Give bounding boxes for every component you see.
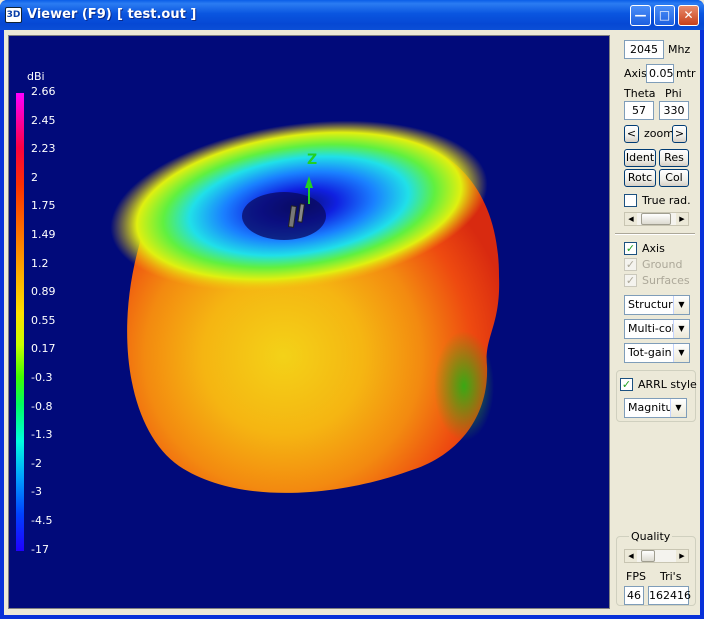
chevron-down-icon[interactable]: ▼ — [670, 399, 686, 417]
quality-slider-thumb[interactable] — [641, 550, 655, 562]
frequency-unit: Mhz — [668, 43, 691, 56]
ground-check-label: Ground — [642, 258, 683, 271]
ident-button[interactable]: Ident — [624, 149, 656, 167]
minimize-button[interactable]: — — [630, 5, 651, 26]
radius-slider[interactable]: ◀ ▶ — [624, 212, 689, 226]
window-file-name: [ test.out ] — [117, 7, 197, 22]
zoom-out-button[interactable]: < — [624, 125, 639, 143]
arrl-style-label: ARRL style — [638, 378, 697, 391]
col-button[interactable]: Col — [659, 169, 689, 187]
axis-size-label: Axis — [624, 67, 647, 80]
surfaces-check-label: Surfaces — [642, 274, 690, 287]
divider — [615, 233, 695, 235]
radius-slider-thumb[interactable] — [641, 213, 671, 225]
z-axis-label: Z — [307, 152, 317, 168]
structure-select-value: Structure — [628, 298, 680, 311]
fps-label: FPS — [626, 570, 646, 583]
tris-label: Tri's — [660, 570, 682, 583]
tris-value: 162416 — [648, 586, 691, 605]
chevron-down-icon[interactable]: ▼ — [673, 344, 689, 362]
phi-field[interactable]: 330 — [659, 101, 689, 120]
magnitude-select[interactable]: Magnitud ▼ — [624, 398, 687, 418]
zoom-label: zoom — [644, 127, 674, 140]
gain-select-value: Tot-gain — [628, 346, 672, 359]
slider-left-arrow-icon[interactable]: ◀ — [625, 213, 637, 225]
chevron-down-icon[interactable]: ▼ — [673, 296, 689, 314]
fps-value: 46 — [624, 586, 644, 605]
surfaces-checkbox: ✓ — [624, 274, 637, 287]
theta-label: Theta — [624, 87, 656, 100]
window-title: Viewer (F9) — [27, 7, 112, 22]
gain-select[interactable]: Tot-gain ▼ — [624, 343, 690, 363]
slider-right-arrow-icon[interactable]: ▶ — [676, 213, 688, 225]
quality-slider[interactable]: ◀ ▶ — [624, 549, 689, 563]
slider-left-arrow-icon[interactable]: ◀ — [625, 550, 637, 562]
viewer-window: 3D Viewer (F9) [ test.out ] — □ ✕ dBi 2.… — [0, 0, 704, 619]
slider-right-arrow-icon[interactable]: ▶ — [676, 550, 688, 562]
true-rad-checkbox[interactable] — [624, 194, 637, 207]
title-bar[interactable]: 3D Viewer (F9) [ test.out ] — □ ✕ — [0, 0, 704, 30]
3d-viewport[interactable]: dBi 2.66 2.45 2.23 2 1.75 1.49 1.2 0.89 0.55 0.17… — [8, 35, 610, 609]
axis-check-label: Axis — [642, 242, 665, 255]
phi-label: Phi — [665, 87, 682, 100]
color-mode-select[interactable]: Multi-colo ▼ — [624, 319, 690, 339]
axis-size-field[interactable]: 0.05 — [646, 64, 674, 83]
zoom-in-button[interactable]: > — [672, 125, 687, 143]
axis-size-unit: mtr — [676, 67, 696, 80]
ground-checkbox: ✓ — [624, 258, 637, 271]
theta-field[interactable]: 57 — [624, 101, 654, 120]
app-3d-icon: 3D — [5, 7, 22, 23]
close-button[interactable]: ✕ — [678, 5, 699, 26]
quality-label: Quality — [629, 530, 673, 543]
structure-select[interactable]: Structure ▼ — [624, 295, 690, 315]
chevron-down-icon[interactable]: ▼ — [673, 320, 689, 338]
arrl-style-checkbox[interactable]: ✓ — [620, 378, 633, 391]
axis-checkbox[interactable]: ✓ — [624, 242, 637, 255]
frequency-field[interactable]: 2045 — [624, 40, 664, 59]
radiation-pattern: Z — [110, 120, 500, 493]
rotc-button[interactable]: Rotc — [624, 169, 656, 187]
true-rad-label: True rad. — [642, 194, 691, 207]
res-button[interactable]: Res — [659, 149, 689, 167]
maximize-button[interactable]: □ — [654, 5, 675, 26]
